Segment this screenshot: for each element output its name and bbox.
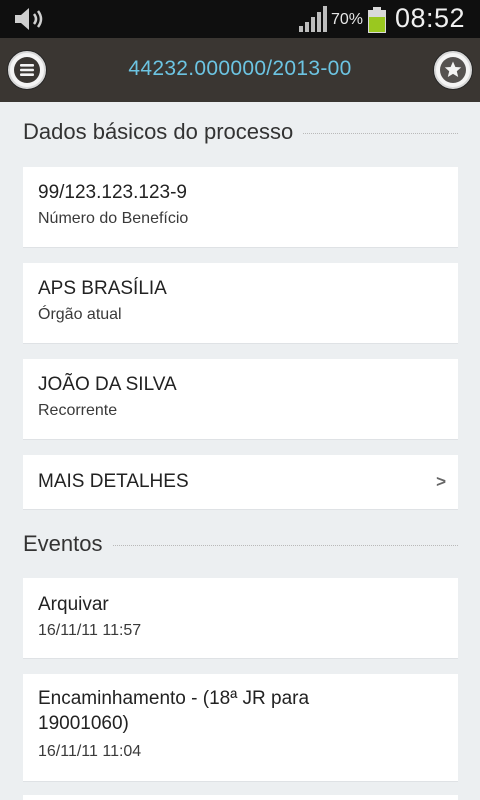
- menu-button[interactable]: [8, 51, 46, 89]
- favorite-button[interactable]: [434, 51, 472, 89]
- menu-icon: [14, 57, 40, 83]
- event-date: 16/11/11 11:57: [38, 622, 142, 639]
- app-bar: 44232.000000/2013-00: [0, 38, 480, 102]
- current-agency-value: APS BRASÍLIA: [38, 278, 167, 299]
- section-divider: [112, 545, 458, 546]
- event-item[interactable]: [23, 795, 458, 800]
- event-item[interactable]: Arquivar 16/11/11 11:57: [23, 578, 458, 659]
- appellant-card[interactable]: JOÃO DA SILVA Recorrente: [23, 359, 458, 440]
- page-title: 44232.000000/2013-00: [128, 57, 352, 80]
- battery-percent: 70%: [331, 11, 364, 28]
- volume-icon: [15, 8, 43, 30]
- status-bar: 70% 08:52: [0, 0, 480, 38]
- signal-bars-icon: [299, 6, 327, 32]
- benefit-number-label: Número do Benefício: [38, 210, 189, 227]
- current-agency-label: Órgão atual: [38, 306, 122, 323]
- benefit-number-value: 99/123.123.123-9: [38, 182, 187, 203]
- event-title: Arquivar: [38, 594, 109, 615]
- event-item[interactable]: Encaminhamento - (18ª JR para 19001060) …: [23, 674, 458, 782]
- star-icon: [440, 57, 466, 83]
- more-details-button[interactable]: MAIS DETALHES >: [23, 455, 458, 510]
- section-header-basic-data: Dados básicos do processo: [23, 119, 458, 145]
- benefit-number-card[interactable]: 99/123.123.123-9 Número do Benefício: [23, 167, 458, 248]
- battery-icon: [368, 7, 386, 33]
- event-date: 16/11/11 11:04: [38, 743, 142, 760]
- content-area[interactable]: Dados básicos do processo 99/123.123.123…: [0, 102, 480, 800]
- section-header-events: Eventos: [23, 531, 458, 557]
- section-title: Dados básicos do processo: [23, 119, 294, 144]
- clock: 08:52: [395, 3, 466, 33]
- appellant-label: Recorrente: [38, 402, 118, 419]
- current-agency-card[interactable]: APS BRASÍLIA Órgão atual: [23, 263, 458, 344]
- event-title-line-2: 19001060): [38, 713, 129, 734]
- appellant-value: JOÃO DA SILVA: [38, 374, 177, 395]
- chevron-right-icon: >: [436, 472, 446, 491]
- section-divider: [303, 133, 458, 134]
- section-title: Eventos: [23, 531, 103, 556]
- event-title-line-1: Encaminhamento - (18ª JR para: [38, 688, 310, 709]
- more-details-label: MAIS DETALHES: [38, 471, 189, 492]
